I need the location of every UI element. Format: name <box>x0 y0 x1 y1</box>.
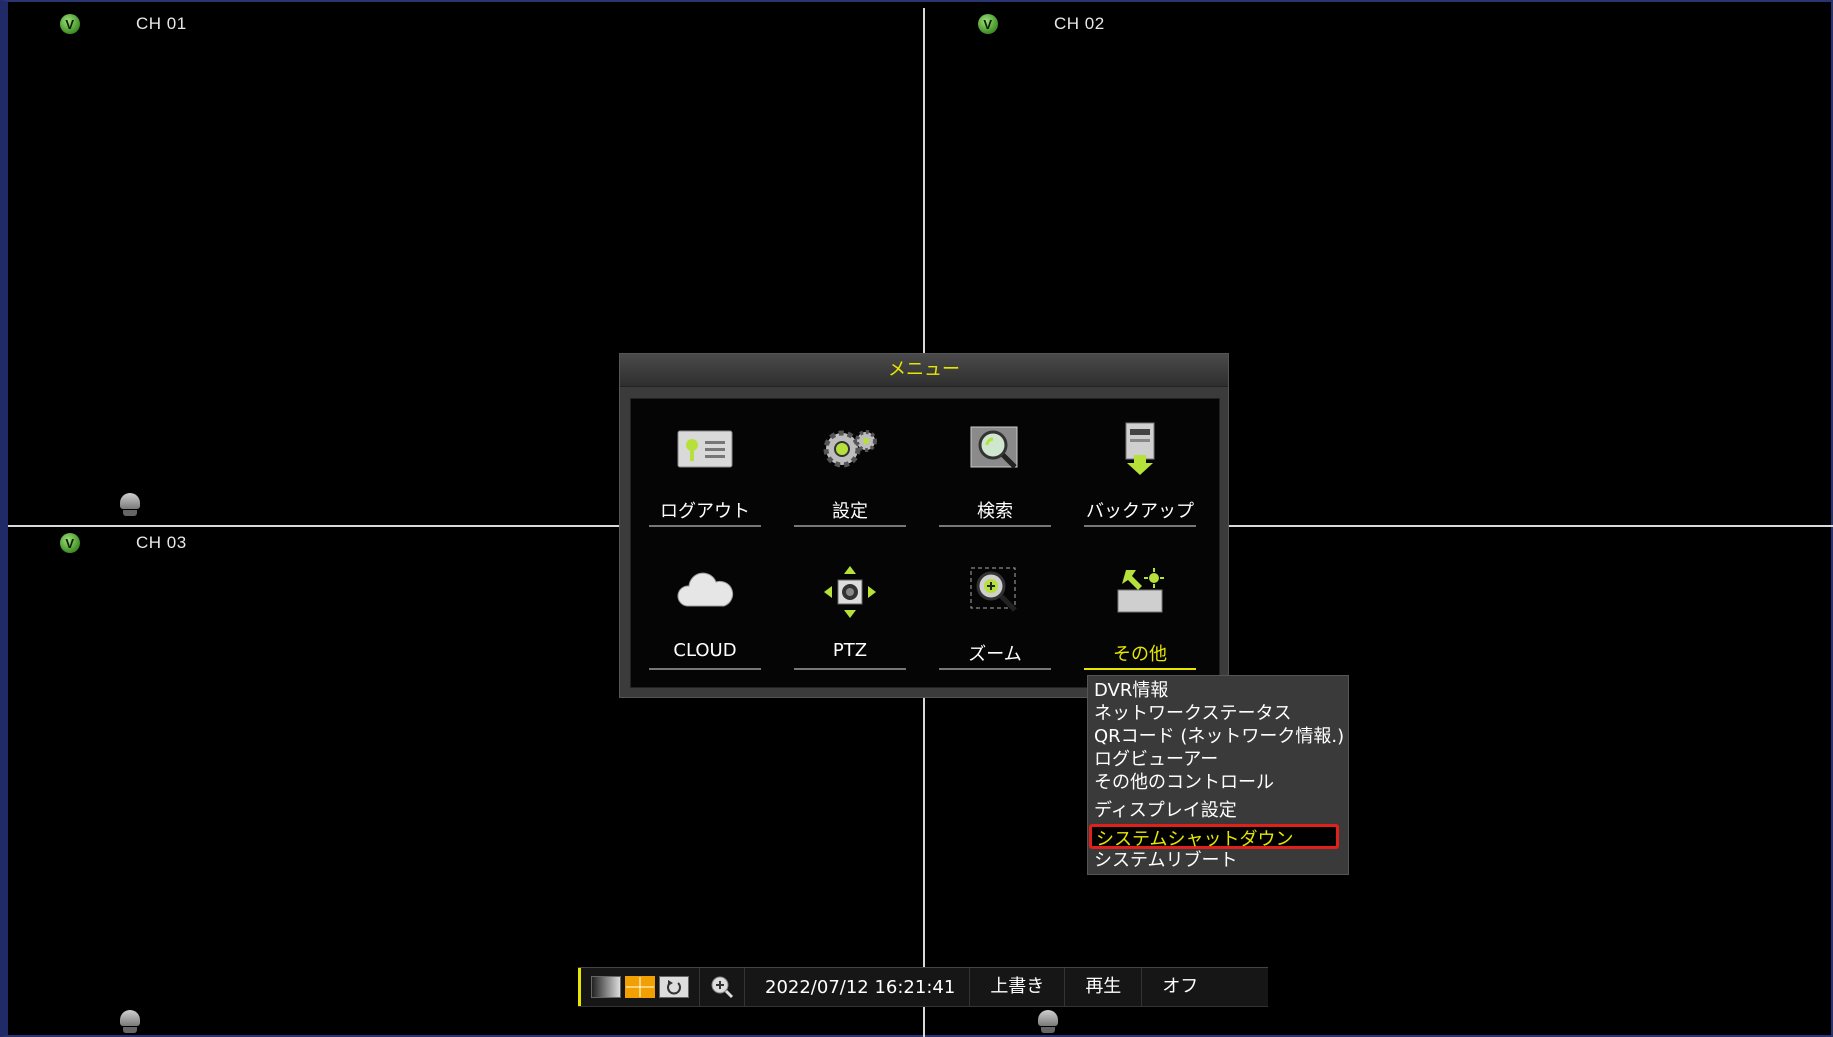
playback-button[interactable]: 再生 <box>1064 968 1141 1006</box>
menu-item-label: 設定 <box>832 501 868 522</box>
channel-label-2: V CH 02 <box>978 14 1105 34</box>
single-view-icon[interactable] <box>591 976 621 998</box>
channel-label-3: V CH 03 <box>60 533 187 553</box>
toolbar-separator <box>744 968 745 1006</box>
menu-item-logout[interactable]: ログアウト <box>647 409 763 529</box>
submenu-item-display-settings[interactable]: ディスプレイ設定 <box>1088 799 1348 822</box>
channel-status-icon: V <box>978 14 998 34</box>
backup-icon <box>1110 421 1170 477</box>
menu-item-underline <box>1084 668 1196 670</box>
toolbar-accent <box>578 968 581 1006</box>
menu-item-label: ログアウト <box>660 501 750 522</box>
submenu-item-dvr-info[interactable]: DVR情報 <box>1088 679 1348 702</box>
menu-item-ptz[interactable]: PTZ <box>792 552 908 672</box>
menu-item-underline <box>794 668 906 670</box>
submenu-item-system-reboot[interactable]: システムリブート <box>1088 849 1348 872</box>
ptz-icon <box>820 564 880 620</box>
camera-icon <box>120 493 140 517</box>
menu-item-underline <box>939 668 1051 670</box>
channel-name: CH 01 <box>136 14 187 33</box>
menu-item-other[interactable]: その他 <box>1082 552 1198 672</box>
menu-item-label: その他 <box>1113 644 1167 665</box>
channel-name: CH 02 <box>1054 14 1105 33</box>
quad-view-icon[interactable] <box>625 976 655 998</box>
main-menu-window: メニュー ログアウト 設定 検索 バックアップ CLOUD PTZ ズーム その… <box>619 353 1229 698</box>
menu-item-underline <box>649 668 761 670</box>
other-submenu: DVR情報 ネットワークステータス QRコード (ネットワーク情報.) ログビュ… <box>1087 675 1349 875</box>
off-button[interactable]: オフ <box>1141 968 1218 1006</box>
submenu-item-qr-code[interactable]: QRコード (ネットワーク情報.) <box>1088 725 1348 748</box>
menu-item-underline <box>1084 525 1196 527</box>
menu-item-underline <box>649 525 761 527</box>
overwrite-button[interactable]: 上書き <box>969 968 1064 1006</box>
cloud-icon <box>675 564 735 620</box>
menu-item-cloud[interactable]: CLOUD <box>647 552 763 672</box>
datetime-display: 2022/07/12 16:21:41 <box>765 976 956 998</box>
sequence-icon[interactable] <box>659 976 689 998</box>
logout-icon <box>675 421 735 477</box>
menu-item-label: 検索 <box>977 501 1013 522</box>
camera-icon <box>120 1010 140 1034</box>
bottom-toolbar: 2022/07/12 16:21:41 上書き 再生 オフ <box>578 967 1268 1007</box>
submenu-item-network-status[interactable]: ネットワークステータス <box>1088 702 1348 725</box>
menu-item-label: ズーム <box>968 644 1022 665</box>
toolbar-separator <box>699 968 700 1006</box>
channel-status-icon: V <box>60 533 80 553</box>
menu-item-underline <box>794 525 906 527</box>
menu-grid: ログアウト 設定 検索 バックアップ CLOUD PTZ ズーム その他 <box>630 398 1220 688</box>
menu-item-zoom[interactable]: ズーム <box>937 552 1053 672</box>
menu-item-underline <box>939 525 1051 527</box>
menu-title: メニュー <box>620 354 1228 387</box>
menu-item-backup[interactable]: バックアップ <box>1082 409 1198 529</box>
zoom-in-icon[interactable] <box>710 975 734 999</box>
menu-item-settings[interactable]: 設定 <box>792 409 908 529</box>
zoom-icon <box>965 564 1025 620</box>
channel-status-icon: V <box>60 14 80 34</box>
camera-icon <box>1038 1010 1058 1034</box>
submenu-item-other-controls[interactable]: その他のコントロール <box>1088 771 1348 794</box>
submenu-item-system-shutdown[interactable]: システムシャットダウン <box>1089 824 1339 850</box>
channel-name: CH 03 <box>136 533 187 552</box>
menu-item-search[interactable]: 検索 <box>937 409 1053 529</box>
channel-label-1: V CH 01 <box>60 14 187 34</box>
gear-icon <box>820 421 880 477</box>
menu-item-label: PTZ <box>832 640 868 661</box>
menu-item-label: バックアップ <box>1086 501 1194 522</box>
search-icon <box>965 421 1025 477</box>
menu-item-label: CLOUD <box>673 640 737 661</box>
submenu-item-log-viewer[interactable]: ログビューアー <box>1088 748 1348 771</box>
tools-icon <box>1110 564 1170 620</box>
